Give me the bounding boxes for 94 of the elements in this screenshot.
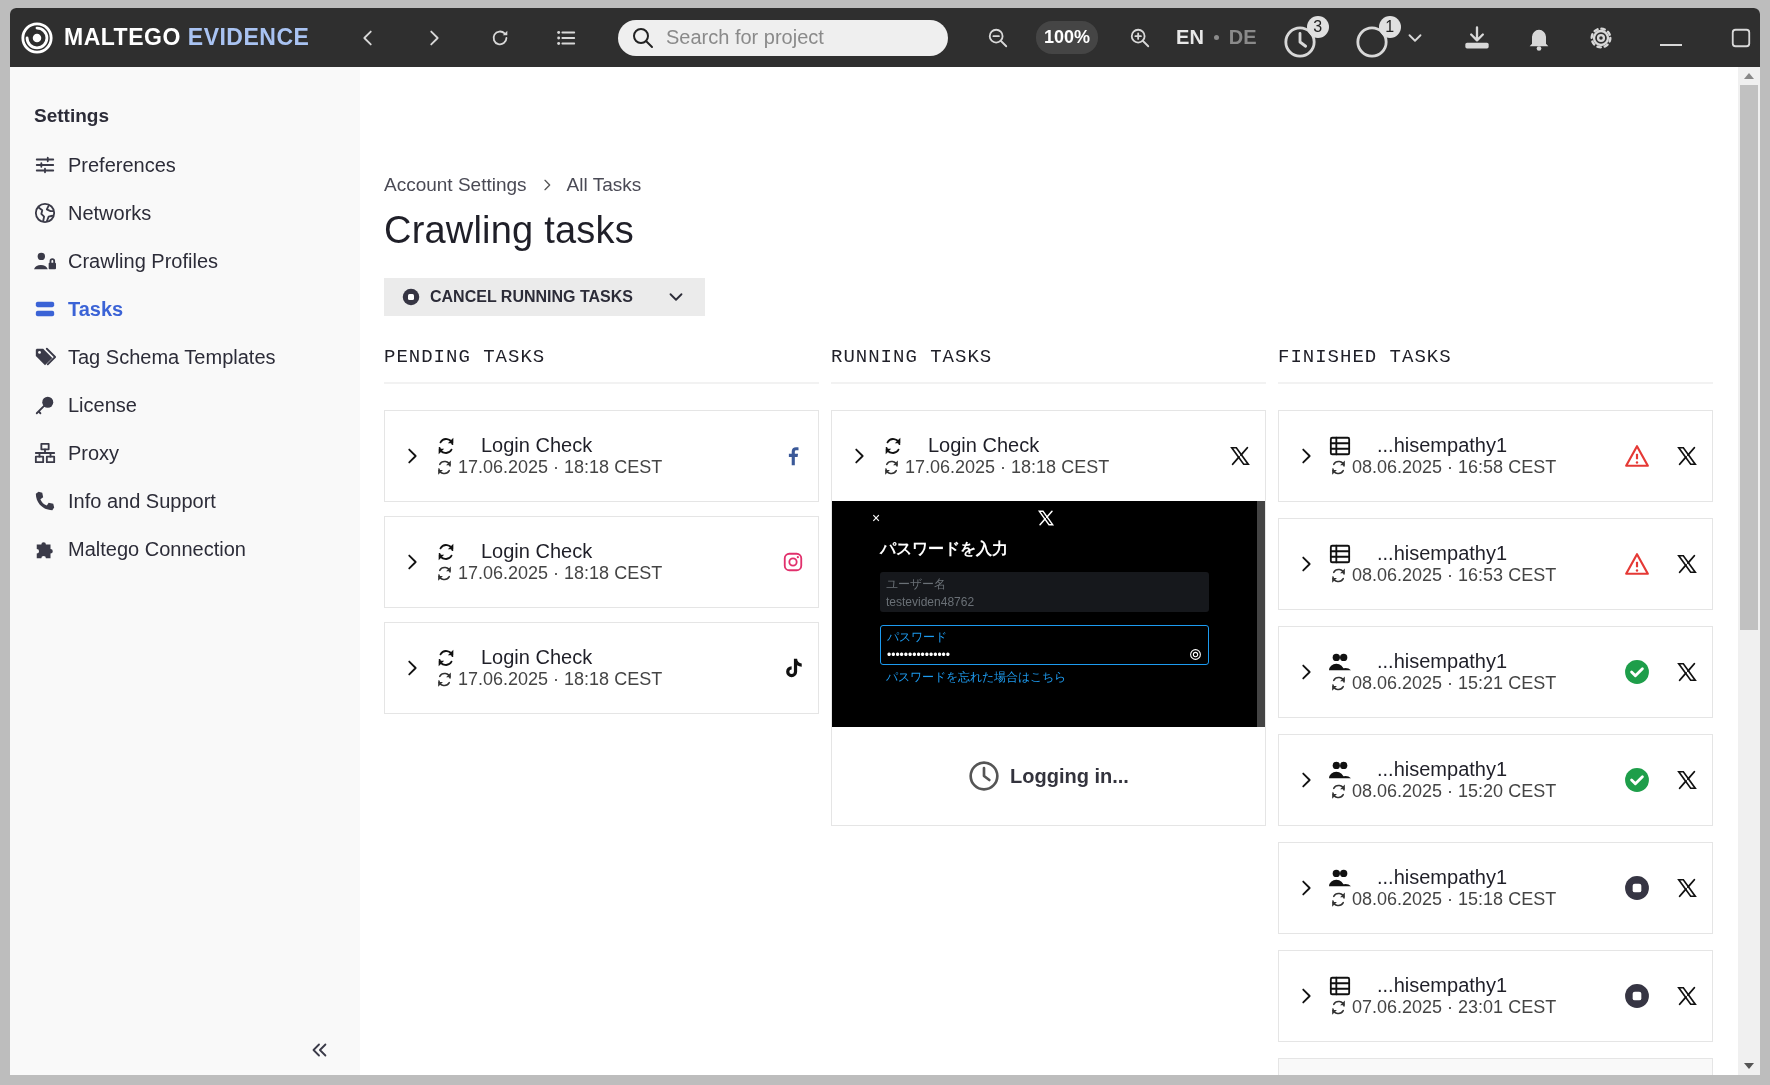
app-name: MALTEGO xyxy=(64,24,181,51)
sync-icon xyxy=(1329,782,1348,801)
language-option[interactable]: EN xyxy=(1176,26,1204,49)
zoom-level: 100% xyxy=(1036,21,1099,54)
task-time: 17.06.2025 · 18:18 CEST xyxy=(458,457,663,478)
sidebar-item[interactable]: Networks xyxy=(34,189,360,237)
task-title: ...hisempathy1 xyxy=(1377,542,1508,565)
sync-icon xyxy=(435,670,454,689)
sidebar-item[interactable]: Info and Support xyxy=(34,477,360,525)
task-time: 08.06.2025 · 15:21 CEST xyxy=(1352,673,1557,694)
x-logo-icon xyxy=(1676,661,1698,683)
task-history-button[interactable]: 3 xyxy=(1282,16,1329,59)
task-title: Login Check xyxy=(481,434,593,457)
globe-icon xyxy=(34,202,56,224)
task-time: 08.06.2025 · 15:20 CEST xyxy=(1352,781,1557,802)
x-logo-icon xyxy=(1676,769,1698,791)
sync-icon xyxy=(435,458,454,477)
zoom-out-icon xyxy=(987,26,1009,49)
sync-icon xyxy=(882,458,901,477)
task-title: ...hisempathy1 xyxy=(1377,866,1508,889)
task-title: Login Check xyxy=(481,540,593,563)
download-icon xyxy=(1462,23,1491,52)
sidebar-item[interactable]: Tasks xyxy=(34,285,360,333)
sidebar-item[interactable]: Crawling Profiles xyxy=(34,237,360,285)
sync-icon xyxy=(1329,566,1348,585)
task-time: 08.06.2025 · 16:53 CEST xyxy=(1352,565,1557,586)
sync-icon xyxy=(1329,890,1348,909)
sidebar-item[interactable]: Maltego Connection xyxy=(34,525,360,573)
table-icon xyxy=(1329,434,1351,457)
separator-dot xyxy=(1213,35,1219,40)
language-option[interactable]: DE xyxy=(1228,26,1257,49)
sidebar-heading: Settings xyxy=(34,105,110,128)
task-time: 17.06.2025 · 18:18 CEST xyxy=(458,563,663,584)
task-time: 08.06.2025 · 16:58 CEST xyxy=(1352,457,1557,478)
password-field: パスワード ••••••••••••••• xyxy=(880,625,1209,665)
sidebar-item[interactable]: License xyxy=(34,381,360,429)
instagram-icon xyxy=(782,551,804,573)
tag-icon xyxy=(34,346,56,368)
close-glyph: × xyxy=(872,510,881,526)
username-field: ユーザー名 testeviden48762 xyxy=(880,572,1209,612)
sync-icon xyxy=(1329,674,1348,693)
page-title: Crawling tasks xyxy=(384,209,635,252)
sidebar-item[interactable]: Tag Schema Templates xyxy=(34,333,360,381)
task-time: 17.06.2025 · 18:18 CEST xyxy=(905,457,1110,478)
x-logo-icon xyxy=(1676,445,1698,467)
column-heading: FINISHED TASKS xyxy=(1278,346,1713,384)
sync-icon xyxy=(1329,458,1348,477)
key-icon xyxy=(34,394,56,416)
user-lock-icon xyxy=(34,250,56,272)
column-heading: PENDING TASKS xyxy=(384,346,819,384)
search-icon xyxy=(631,25,655,50)
task-title: ...hisempathy1 xyxy=(1377,650,1508,673)
process-button[interactable]: 1 xyxy=(1354,16,1401,59)
maximize-icon xyxy=(1729,26,1752,49)
task-time: 08.06.2025 · 15:18 CEST xyxy=(1352,889,1557,910)
notification-badge: 3 xyxy=(1306,16,1329,38)
x-logo-icon xyxy=(1229,445,1251,467)
notification-badge: 1 xyxy=(1378,16,1401,38)
breadcrumb-link[interactable]: All Tasks xyxy=(566,174,642,196)
task-title: ...hisempathy1 xyxy=(1377,434,1508,457)
sync-icon xyxy=(1329,998,1348,1017)
clock-icon xyxy=(968,760,1001,792)
column-heading: RUNNING TASKS xyxy=(831,346,1266,384)
sync-icon xyxy=(435,564,454,583)
eye-icon xyxy=(1189,648,1202,661)
breadcrumb-link[interactable]: Account Settings xyxy=(384,174,527,196)
app-name-suffix: EVIDENCE xyxy=(187,24,310,51)
sidebar-item[interactable]: Proxy xyxy=(34,429,360,477)
phone-icon xyxy=(34,490,56,512)
x-logo-icon xyxy=(1676,553,1698,575)
x-logo-icon xyxy=(1037,509,1055,527)
minimize-icon xyxy=(1659,43,1682,46)
task-title: Login Check xyxy=(928,434,1040,457)
sidebar-item[interactable]: Preferences xyxy=(34,141,360,189)
progress-status: Logging in... xyxy=(1010,764,1129,788)
logo-icon xyxy=(20,20,54,55)
scrollbar[interactable] xyxy=(1738,67,1760,1075)
sliders-icon xyxy=(34,154,56,176)
x-logo-icon xyxy=(1676,877,1698,899)
table-icon xyxy=(1329,974,1351,997)
cancel-running-tasks-button[interactable]: CANCEL RUNNING TASKS xyxy=(384,278,705,316)
task-title: ...hisempathy1 xyxy=(1377,758,1508,781)
search-field[interactable]: Search for project xyxy=(618,19,948,56)
task-time: 17.06.2025 · 18:18 CEST xyxy=(458,669,663,690)
zoom-in-icon xyxy=(1129,26,1152,49)
stop-icon xyxy=(402,288,420,306)
task-time: 07.06.2025 · 23:01 CEST xyxy=(1352,997,1557,1018)
task-title: Login Check xyxy=(481,646,593,669)
forgot-password-link[interactable]: パスワードを忘れた場合はこちら xyxy=(880,669,1066,686)
table-icon xyxy=(1329,542,1351,565)
dialog-heading: パスワードを入力 xyxy=(880,539,1009,559)
network-icon xyxy=(34,442,56,464)
x-logo-icon xyxy=(1676,985,1698,1007)
task-title: ...hisempathy1 xyxy=(1377,974,1508,997)
